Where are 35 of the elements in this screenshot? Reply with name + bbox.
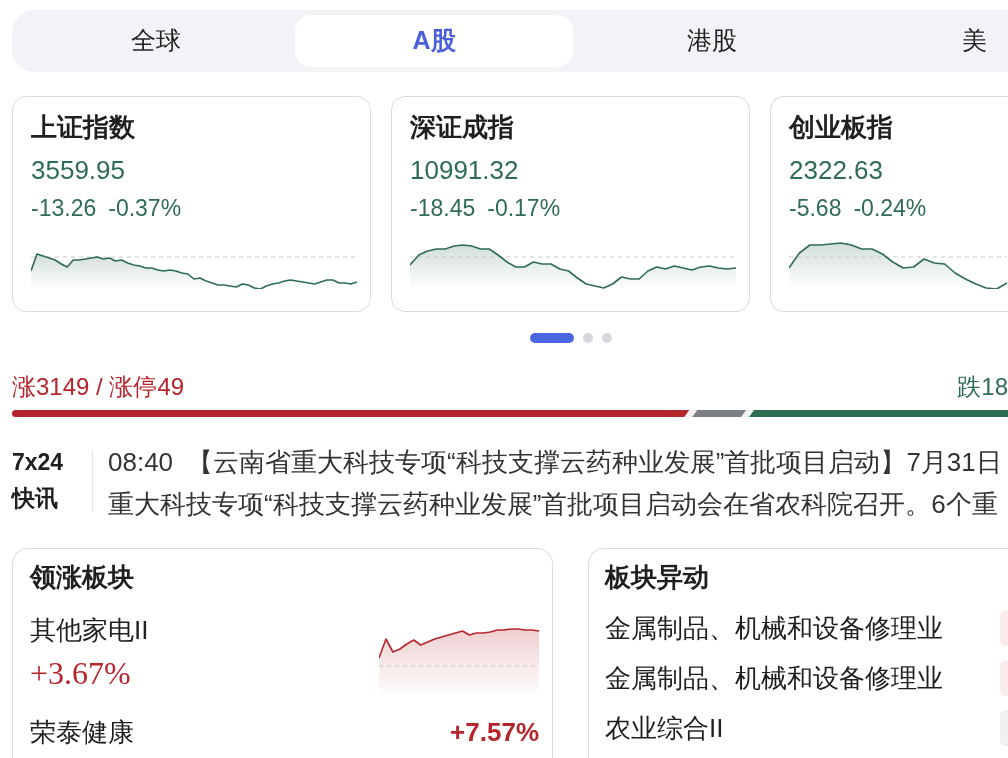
index-name: 创业板指	[789, 111, 893, 144]
decliners-count: 跌18	[957, 373, 1008, 401]
market-tab[interactable]: 港股	[573, 15, 851, 67]
market-tab[interactable]: A股	[295, 15, 573, 67]
index-card[interactable]: 创业板指 2322.63 -5.68 -0.24%	[770, 96, 1008, 312]
market-tab[interactable]: 全球	[17, 15, 295, 67]
sector-name[interactable]: 农业综合II	[605, 711, 724, 745]
index-name: 上证指数	[31, 111, 135, 144]
index-value: 3559.95	[31, 154, 125, 187]
index-card[interactable]: 深证成指 10991.32 -18.45 -0.17%	[391, 96, 750, 312]
index-change-percent: -0.17%	[487, 194, 561, 223]
news-label: 7x24	[12, 448, 64, 477]
index-change-percent: -0.24%	[853, 194, 927, 223]
index-change: -13.26	[31, 194, 97, 223]
card-title: 领涨板块	[30, 561, 134, 594]
sector-name[interactable]: 金属制品、机械和设备修理业	[605, 661, 943, 695]
market-tab[interactable]: 美	[851, 15, 1003, 67]
advancers-count: 涨3149 / 涨停49	[12, 373, 185, 401]
index-change-percent: -0.37%	[108, 194, 182, 223]
index-value: 10991.32	[410, 154, 519, 187]
sector-name[interactable]: 其他家电II	[30, 613, 149, 647]
sector-name[interactable]: 金属制品、机械和设备修理业	[605, 611, 943, 645]
news-text: 重大科技专项“科技支撑云药种业发展”首批项目启动会在省农科院召开。6个重	[108, 488, 998, 521]
card-title: 板块异动	[605, 561, 709, 594]
index-name: 深证成指	[410, 111, 514, 144]
news-time: 08:40	[108, 446, 174, 479]
news-label: 快讯	[12, 484, 58, 513]
sector-change-percent: +3.67%	[30, 654, 131, 693]
index-change: -5.68	[789, 194, 842, 223]
index-change: -18.45	[410, 194, 476, 223]
news-headline[interactable]: 【云南省重大科技专项“科技支撑云药种业发展”首批项目启动】7月31日	[187, 441, 1002, 483]
stock-name[interactable]: 荣泰健康	[30, 715, 134, 749]
index-card[interactable]: 上证指数 3559.95 -13.26 -0.37%	[12, 96, 371, 312]
stock-change-percent: +7.57%	[450, 716, 539, 749]
index-value: 2322.63	[789, 154, 883, 187]
